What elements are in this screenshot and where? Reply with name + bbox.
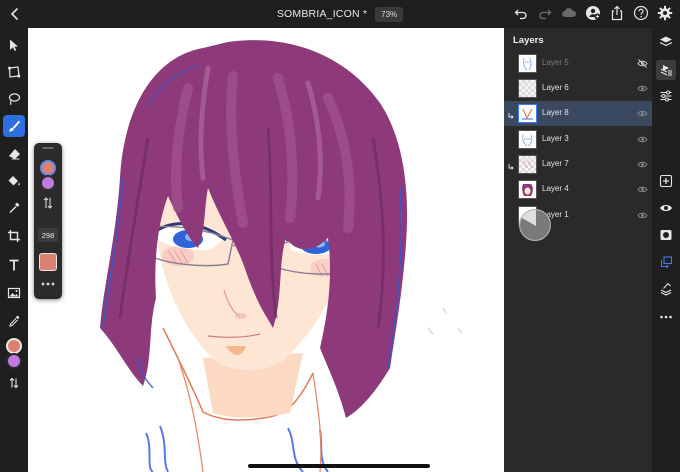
layer-name: Layer 4	[542, 184, 569, 193]
cloud-icon[interactable]	[560, 4, 578, 22]
top-actions	[512, 4, 674, 22]
layer-thumbnail	[518, 155, 537, 174]
eye-icon[interactable]	[637, 108, 648, 119]
eye-icon[interactable]	[637, 83, 648, 94]
color-swatches[interactable]	[4, 338, 24, 372]
brush-icon[interactable]	[3, 115, 25, 137]
eraser-icon[interactable]	[3, 143, 25, 165]
eye-icon[interactable]	[637, 210, 648, 221]
top-bar: SOMBRIA_ICON * 73%	[0, 0, 680, 28]
layer-thumbnail	[518, 54, 537, 73]
paint-bucket-icon[interactable]	[3, 170, 25, 192]
more-options-icon[interactable]	[40, 280, 56, 288]
redo-icon[interactable]	[536, 4, 554, 22]
eye-icon[interactable]	[637, 134, 648, 145]
zoom-level[interactable]: 73%	[375, 6, 404, 22]
layers-panel: Layers Layer 5 Layer 6 Layer 8 Layer 3 L…	[504, 28, 652, 472]
crop-icon[interactable]	[3, 225, 25, 247]
help-icon[interactable]	[632, 4, 650, 22]
swap-colors-icon[interactable]	[3, 372, 25, 394]
layers-panel-title: Layers	[513, 35, 544, 46]
select-arrow-icon[interactable]	[3, 34, 25, 56]
eye-icon[interactable]	[637, 184, 648, 195]
layers-icon[interactable]	[656, 32, 676, 52]
layer-thumbnail	[518, 180, 537, 199]
layer-name: Layer 6	[542, 83, 569, 92]
eye-icon[interactable]	[637, 159, 648, 170]
clip-icon[interactable]	[656, 252, 676, 272]
right-toolbar	[652, 28, 680, 472]
brush-primary-color-swatch[interactable]	[40, 160, 56, 176]
drawing-canvas[interactable]	[28, 28, 504, 472]
layer-row[interactable]: Layer 4	[504, 177, 652, 202]
layer-row[interactable]: Layer 8	[504, 101, 652, 126]
eyedropper-fill-icon[interactable]	[3, 197, 25, 219]
transform-icon[interactable]	[3, 61, 25, 83]
clipping-mask-icon	[508, 164, 514, 170]
layer-properties-icon[interactable]	[656, 60, 676, 80]
layer-name: Layer 5	[542, 58, 569, 67]
more-icon[interactable]	[656, 307, 676, 327]
undo-icon[interactable]	[512, 4, 530, 22]
layer-opacity-dial[interactable]	[519, 209, 551, 241]
eye-hidden-icon[interactable]	[637, 58, 648, 69]
layer-name: Layer 8	[542, 108, 569, 117]
left-toolbar	[0, 28, 28, 472]
home-indicator[interactable]	[248, 464, 430, 468]
share-icon[interactable]	[608, 4, 626, 22]
layer-thumbnail	[518, 104, 537, 123]
layer-row[interactable]: Layer 5	[504, 51, 652, 76]
brush-size-value[interactable]: 298	[38, 228, 58, 242]
artwork	[100, 40, 463, 472]
image-icon[interactable]	[3, 282, 25, 304]
layer-row[interactable]: Layer 7	[504, 152, 652, 177]
clipping-mask-icon	[508, 113, 514, 119]
brush-secondary-color-swatch[interactable]	[40, 175, 56, 191]
current-color-chip[interactable]	[39, 253, 57, 271]
add-layer-icon[interactable]	[656, 171, 676, 191]
mask-icon[interactable]	[656, 225, 676, 245]
layer-name: Layer 3	[542, 134, 569, 143]
document-title[interactable]: SOMBRIA_ICON *	[277, 8, 367, 20]
eyedropper-icon[interactable]	[3, 310, 25, 332]
layer-thumbnail	[518, 79, 537, 98]
settings-gear-icon[interactable]	[656, 4, 674, 22]
layer-row[interactable]: Layer 3	[504, 127, 652, 152]
swap-arrows-icon[interactable]	[41, 196, 55, 210]
text-icon[interactable]	[3, 254, 25, 276]
brush-settings-panel: 298	[34, 143, 62, 299]
fresco-app: SOMBRIA_ICON * 73% 298 Layers Layer 5 La…	[0, 0, 680, 472]
layer-thumbnail	[518, 130, 537, 149]
visibility-icon[interactable]	[656, 198, 676, 218]
layer-name: Layer 7	[542, 159, 569, 168]
merge-icon[interactable]	[656, 279, 676, 299]
lasso-icon[interactable]	[3, 88, 25, 110]
adjustments-icon[interactable]	[656, 86, 676, 106]
add-person-icon[interactable]	[584, 4, 602, 22]
panel-grip-handle[interactable]	[42, 147, 54, 149]
layer-row[interactable]: Layer 6	[504, 76, 652, 101]
primary-color-swatch[interactable]	[6, 338, 22, 354]
secondary-color-swatch[interactable]	[6, 353, 22, 369]
